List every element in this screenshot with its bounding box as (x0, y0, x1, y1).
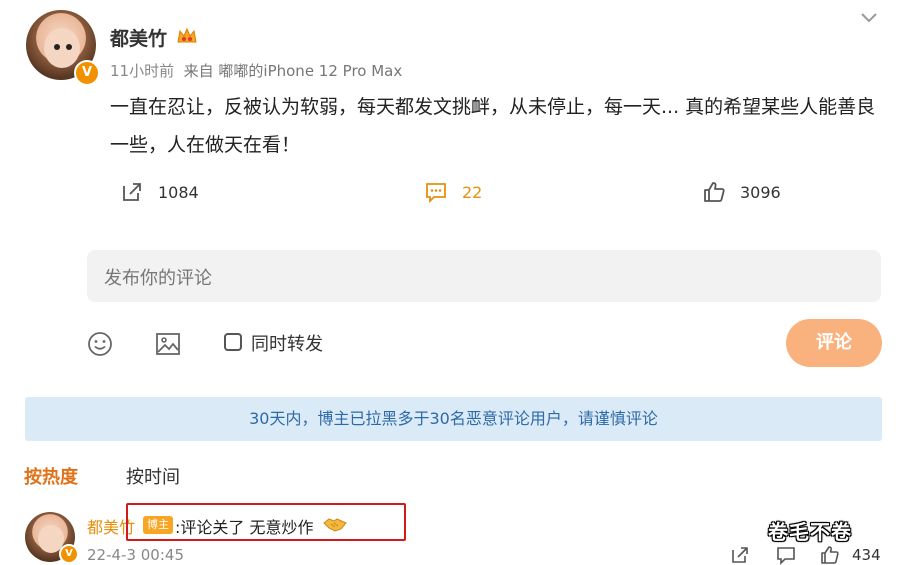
comment-icon (426, 183, 446, 204)
notice-banner: 30天内，博主已拉黑多于30名恶意评论用户，请谨慎评论 (25, 397, 882, 441)
sort-by-time-tab[interactable]: 按时间 (126, 463, 180, 489)
post-meta: 11小时前 来自 嘟嘟的iPhone 12 Pro Max (110, 60, 402, 81)
watermark: 卷毛不卷 (768, 520, 852, 544)
highlight-box (126, 503, 406, 541)
repost-count: 1084 (158, 182, 199, 202)
verified-badge: V (74, 60, 100, 86)
emoji-icon[interactable] (86, 330, 114, 358)
share-icon (123, 183, 141, 201)
repost-checkbox[interactable] (224, 333, 242, 351)
post-time: 11小时前 (110, 62, 175, 80)
comment-button[interactable]: 22 (424, 178, 482, 206)
post-source: 来自 嘟嘟的iPhone 12 Pro Max (183, 62, 403, 80)
comment-share-icon[interactable] (730, 545, 750, 565)
comment-reply-icon[interactable] (776, 545, 796, 565)
author-name[interactable]: 都美竹 (110, 24, 167, 51)
post-text: 一直在忍让，反被认为软弱，每天都发文挑衅，从未停止，每一天... 真的希望某些人… (110, 96, 876, 156)
comment-verified-badge: V (59, 544, 79, 564)
member-crown-icon (177, 27, 197, 43)
comment-input-placeholder: 发布你的评论 (104, 268, 212, 289)
like-count: 3096 (740, 182, 781, 202)
sort-by-hot-tab[interactable]: 按热度 (24, 463, 78, 489)
repost-button[interactable]: 1084 (120, 178, 199, 206)
comment-date: 22-4-3 00:45 (87, 546, 184, 564)
comment-like-icon[interactable] (820, 545, 840, 565)
like-button[interactable]: 3096 (702, 178, 781, 206)
thumbs-up-icon (704, 182, 725, 202)
chevron-down-icon[interactable] (856, 8, 882, 28)
comment-count: 22 (462, 182, 483, 202)
submit-comment-button[interactable]: 评论 (786, 319, 882, 367)
repost-checkbox-label[interactable]: 同时转发 (251, 330, 323, 356)
comment-like-count: 434 (852, 546, 881, 564)
image-icon[interactable] (154, 330, 182, 358)
